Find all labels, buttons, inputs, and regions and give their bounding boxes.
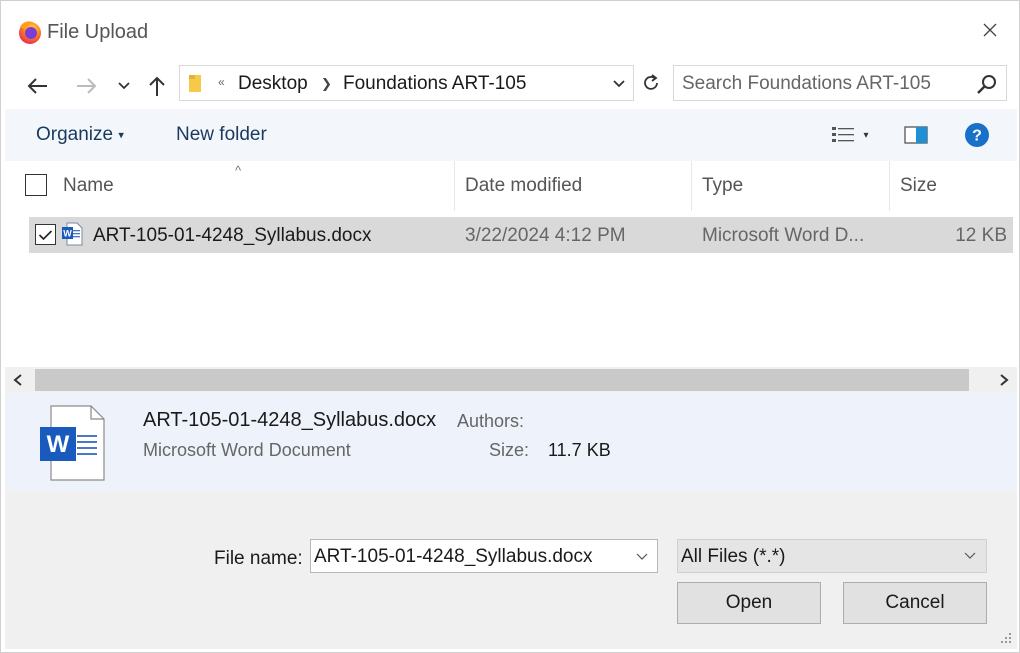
word-document-icon: W [62, 222, 83, 246]
sort-ascending-icon: ^ [235, 163, 242, 178]
folder-icon [189, 75, 201, 92]
chevron-down-icon [636, 553, 648, 560]
file-row[interactable]: W ART-105-01-4248_Syllabus.docx 3/22/202… [29, 217, 1013, 253]
checkmark-icon [38, 229, 53, 240]
navigation-bar: « Desktop ❯ Foundations ART-105 Search F… [1, 63, 1019, 109]
address-bar[interactable]: « Desktop ❯ Foundations ART-105 [179, 65, 634, 101]
search-placeholder: Search Foundations ART-105 [682, 73, 931, 94]
file-name-label: File name: [214, 548, 303, 569]
file-type-value: All Files (*.*) [681, 546, 786, 567]
column-header-date-modified[interactable]: Date modified [465, 175, 582, 197]
chevron-down-icon [962, 548, 978, 564]
word-document-icon: W [40, 405, 105, 481]
file-name-field[interactable]: ART-105-01-4248_Syllabus.docx [310, 539, 658, 573]
title-bar: File Upload [1, 1, 1019, 63]
scroll-right-button[interactable] [991, 367, 1017, 393]
details-file-type: Microsoft Word Document [143, 440, 351, 460]
close-button[interactable] [975, 15, 1005, 45]
dialog-footer: File name: ART-105-01-4248_Syllabus.docx… [5, 491, 1017, 649]
scroll-left-button[interactable] [5, 367, 31, 393]
help-button[interactable]: ? [962, 121, 992, 149]
resize-grip-icon[interactable] [999, 631, 1013, 645]
chevron-down-icon [118, 82, 130, 90]
horizontal-scrollbar[interactable] [5, 367, 1017, 393]
details-pane: W ART-105-01-4248_Syllabus.docx Authors:… [5, 393, 1017, 491]
refresh-icon [644, 74, 658, 90]
forward-button[interactable] [71, 69, 101, 103]
close-icon [983, 23, 997, 37]
details-size-label: Size: [489, 440, 530, 460]
details-authors-label: Authors: [457, 411, 525, 431]
select-all-checkbox[interactable] [25, 174, 47, 196]
organize-button[interactable]: Organize ▾ [36, 124, 124, 146]
row-checkbox[interactable] [35, 224, 56, 245]
view-options-button[interactable]: ▾ [825, 121, 875, 149]
firefox-icon [19, 21, 41, 44]
window-title: File Upload [47, 21, 149, 43]
scrollbar-thumb[interactable] [35, 369, 969, 391]
column-header-size[interactable]: Size [900, 175, 937, 197]
file-list: W ART-105-01-4248_Syllabus.docx 3/22/202… [5, 211, 1017, 366]
file-upload-dialog: File Upload « Desktop ❯ Foundations ART-… [0, 0, 1020, 653]
svg-text:W: W [47, 431, 70, 458]
arrow-up-icon [149, 76, 165, 96]
search-input[interactable]: Search Foundations ART-105 [673, 65, 1007, 101]
file-date-cell: 3/22/2024 4:12 PM [465, 225, 626, 246]
preview-pane-icon [904, 126, 928, 144]
back-button[interactable] [23, 69, 53, 103]
chevron-left-icon [13, 374, 22, 386]
recent-locations-button[interactable] [109, 69, 139, 103]
search-icon[interactable] [976, 73, 998, 95]
command-bar: Organize ▾ New folder ▾ ? [5, 109, 1017, 161]
file-type-select[interactable]: All Files (*.*) [677, 539, 987, 573]
arrow-left-icon [27, 78, 47, 94]
file-type-cell: Microsoft Word D... [702, 225, 865, 246]
chevron-right-icon [1000, 374, 1009, 386]
preview-pane-button[interactable] [901, 121, 931, 149]
breadcrumb-overflow[interactable]: « [218, 75, 225, 89]
breadcrumb-desktop[interactable]: Desktop [238, 73, 308, 95]
details-file-name: ART-105-01-4248_Syllabus.docx [143, 409, 437, 431]
organize-caret: ▾ [118, 129, 124, 142]
svg-text:W: W [63, 229, 72, 239]
cancel-button[interactable]: Cancel [843, 582, 987, 624]
open-button[interactable]: Open [677, 582, 821, 624]
breadcrumb-current-folder[interactable]: Foundations ART-105 [343, 73, 526, 95]
arrow-right-icon [77, 78, 97, 94]
svg-text:?: ? [972, 128, 982, 145]
refresh-button[interactable] [635, 65, 667, 101]
file-name-dropdown-button[interactable] [633, 548, 651, 566]
chevron-down-icon [613, 80, 625, 88]
column-header-name[interactable]: Name [63, 175, 114, 197]
up-button[interactable] [142, 69, 172, 103]
details-view-icon [832, 127, 855, 142]
help-icon: ? [965, 123, 989, 147]
chevron-right-icon[interactable]: ❯ [321, 76, 332, 92]
organize-label: Organize [36, 124, 114, 145]
file-name-cell: ART-105-01-4248_Syllabus.docx [93, 225, 372, 246]
details-size-value: 11.7 KB [548, 440, 611, 460]
chevron-down-icon: ▾ [863, 129, 869, 141]
new-folder-button[interactable]: New folder [176, 124, 267, 146]
file-list-header: ^ Name Date modified Type Size [5, 161, 1017, 211]
file-size-cell: 12 KB [955, 225, 1007, 246]
column-header-type[interactable]: Type [702, 175, 743, 197]
address-dropdown-button[interactable] [609, 74, 629, 94]
